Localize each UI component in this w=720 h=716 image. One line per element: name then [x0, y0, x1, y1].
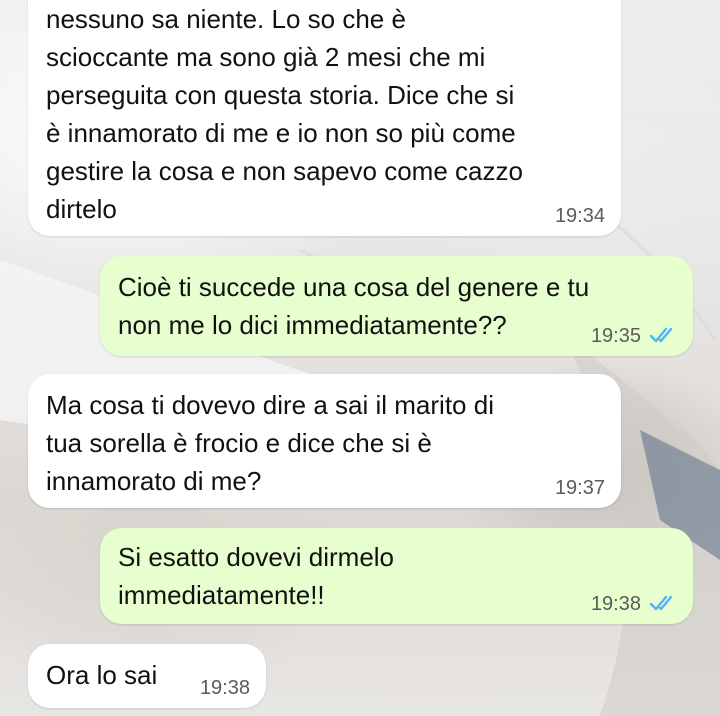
outgoing-message-bubble[interactable]: Cioè ti succede una cosa del genere e tu… — [100, 256, 693, 356]
message-timestamp: 19:38 — [590, 593, 641, 615]
incoming-message-bubble[interactable]: Ora lo sai 19:38 — [28, 644, 266, 708]
outgoing-message-bubble[interactable]: Si esatto dovevi dirmelo immediatamente!… — [100, 528, 693, 624]
incoming-message-bubble[interactable]: nessuno sa niente. Lo so che è scioccant… — [28, 0, 621, 236]
message-timestamp: 19:35 — [590, 325, 641, 347]
double-check-read-icon — [649, 595, 673, 611]
incoming-message-bubble[interactable]: Ma cosa ti dovevo dire a sai il marito d… — [28, 374, 621, 508]
message-timestamp: 19:37 — [554, 477, 605, 499]
message-text: Cioè ti succede una cosa del genere e tu… — [118, 272, 590, 340]
message-text: Ma cosa ti dovevo dire a sai il marito d… — [46, 390, 494, 496]
message-timestamp: 19:34 — [554, 205, 605, 227]
message-text: Si esatto dovevi dirmelo immediatamente!… — [118, 542, 395, 610]
message-text: nessuno sa niente. Lo so che è scioccant… — [46, 4, 523, 224]
message-timestamp: 19:38 — [199, 677, 250, 699]
message-text: Ora lo sai — [46, 660, 158, 690]
double-check-read-icon — [649, 327, 673, 343]
